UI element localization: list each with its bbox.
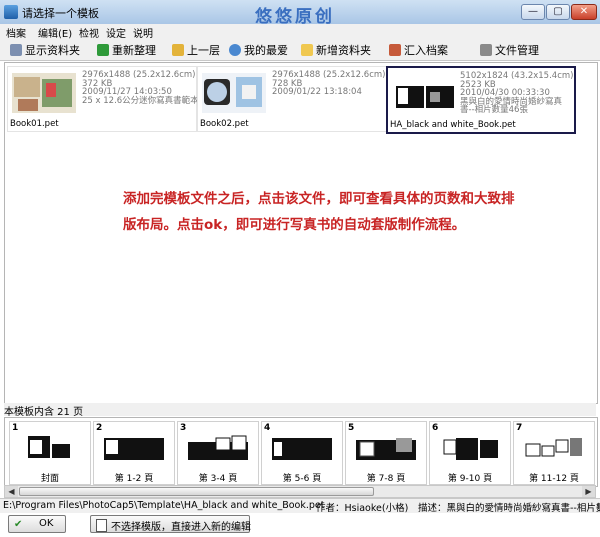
status-description: 描述：黑與白的愛情時尚婚紗寫真書--相片數量 [418, 503, 600, 513]
page-card[interactable]: 2 第 1-2 頁 [93, 421, 175, 485]
page-count-label: 本模板内含 21 页 [4, 403, 596, 418]
window-title: 请选择一个模板 [22, 7, 99, 20]
menu-help[interactable]: 说明 [133, 25, 153, 40]
close-button[interactable]: ✕ [571, 4, 597, 20]
page-card[interactable]: 1 封面 [9, 421, 91, 485]
template-thumbnail [12, 73, 76, 113]
menu-settings[interactable]: 设定 [106, 25, 126, 40]
maximize-icon: ▢ [553, 6, 563, 17]
show-folder-button[interactable]: 显示资料夹 [10, 42, 80, 57]
ok-button[interactable]: ✔ OK [8, 515, 66, 533]
page-card[interactable]: 4 第 5-6 頁 [261, 421, 343, 485]
page-preview-strip: 1 封面 2 第 1-2 頁 3 第 3-4 頁 4 第 5-6 頁 5 第 7… [4, 417, 598, 487]
template-list: 2976x1488 (25.2x12.6cm) 372 KB 2009/11/2… [4, 62, 598, 404]
file-manager-button[interactable]: 文件管理 [480, 42, 539, 57]
template-card-ha-black-white[interactable]: 5102x1824 (43.2x15.4cm) 2523 KB 2010/04/… [386, 66, 576, 134]
status-bar: E:\Program Files\PhotoCap5\Template\HA_b… [0, 498, 600, 513]
horizontal-scrollbar[interactable]: ◀ ▶ [4, 485, 596, 498]
template-card-book02[interactable]: 2976x1488 (25.2x12.6cm) 728 KB 2009/01/2… [197, 66, 387, 132]
template-filename: Book01.pet [10, 119, 59, 129]
menu-file[interactable]: 档案 [6, 25, 26, 40]
template-meta: 2976x1488 (25.2x12.6cm) 372 KB 2009/11/2… [82, 70, 199, 106]
instruction-text: 添加完模板文件之后，点击该文件，即可查看具体的页数和大致排版布局。点击ok，即可… [123, 191, 515, 233]
status-path: E:\Program Files\PhotoCap5\Template\HA_b… [3, 500, 325, 511]
skip-template-button[interactable]: 不选择模版，直接进入新的编辑 [90, 515, 251, 533]
page-card[interactable]: 6 第 9-10 頁 [429, 421, 511, 485]
template-thumbnail [202, 73, 266, 113]
reorganize-button[interactable]: 重新整理 [97, 42, 156, 57]
globe-icon [229, 44, 241, 56]
folder-tree-icon [10, 44, 22, 56]
status-author: 作者：Hsiaoke(小格) [316, 503, 409, 513]
new-folder-button[interactable]: 新增资料夹 [301, 42, 371, 57]
import-button[interactable]: 汇入档案 [389, 42, 448, 57]
template-thumbnail [392, 74, 456, 114]
scroll-right-icon[interactable]: ▶ [582, 486, 595, 497]
page-thumbnail [356, 438, 416, 460]
page-thumbnail [20, 434, 80, 464]
menu-view[interactable]: 检视 [79, 25, 99, 40]
menu-bar: 档案 编辑(E) 检视 设定 说明 [0, 24, 600, 40]
page-thumbnail [524, 438, 584, 460]
page-thumbnail [188, 435, 248, 460]
scroll-left-icon[interactable]: ◀ [5, 486, 18, 497]
template-filename: HA_black and white_Book.pet [390, 120, 516, 130]
refresh-icon [97, 44, 109, 56]
template-card-book01[interactable]: 2976x1488 (25.2x12.6cm) 372 KB 2009/11/2… [7, 66, 199, 132]
page-thumbnail [440, 438, 500, 460]
page-card[interactable]: 5 第 7-8 頁 [345, 421, 427, 485]
folder-up-icon [172, 44, 184, 56]
minimize-button[interactable]: — [521, 4, 545, 20]
up-level-button[interactable]: 上一层 [172, 42, 220, 57]
page-thumbnail [104, 438, 164, 460]
favorites-button[interactable]: 我的最爱 [229, 42, 288, 57]
page-thumbnail [272, 438, 332, 460]
template-meta: 2976x1488 (25.2x12.6cm) 728 KB 2009/01/2… [272, 70, 386, 97]
minimize-icon: — [528, 6, 538, 17]
new-folder-icon [301, 44, 313, 56]
import-icon [389, 44, 401, 56]
close-icon: ✕ [579, 6, 589, 17]
scroll-thumb[interactable] [19, 487, 374, 496]
template-meta: 5102x1824 (43.2x15.4cm) 2523 KB 2010/04/… [460, 71, 574, 115]
template-filename: Book02.pet [200, 119, 249, 129]
check-icon: ✔ [14, 519, 23, 530]
toolbar: 显示资料夹 重新整理 上一层 我的最爱 新增资料夹 汇入档案 文件管理 [0, 39, 600, 61]
app-icon [4, 5, 18, 19]
page-card[interactable]: 3 第 3-4 頁 [177, 421, 259, 485]
menu-edit[interactable]: 编辑(E) [38, 25, 72, 40]
title-bar: 请选择一个模板 悠悠原创 — ▢ ✕ [0, 0, 600, 27]
tools-icon [480, 44, 492, 56]
page-card[interactable]: 7 第 11-12 頁 [513, 421, 595, 485]
maximize-button[interactable]: ▢ [546, 4, 570, 20]
document-icon [96, 519, 107, 532]
